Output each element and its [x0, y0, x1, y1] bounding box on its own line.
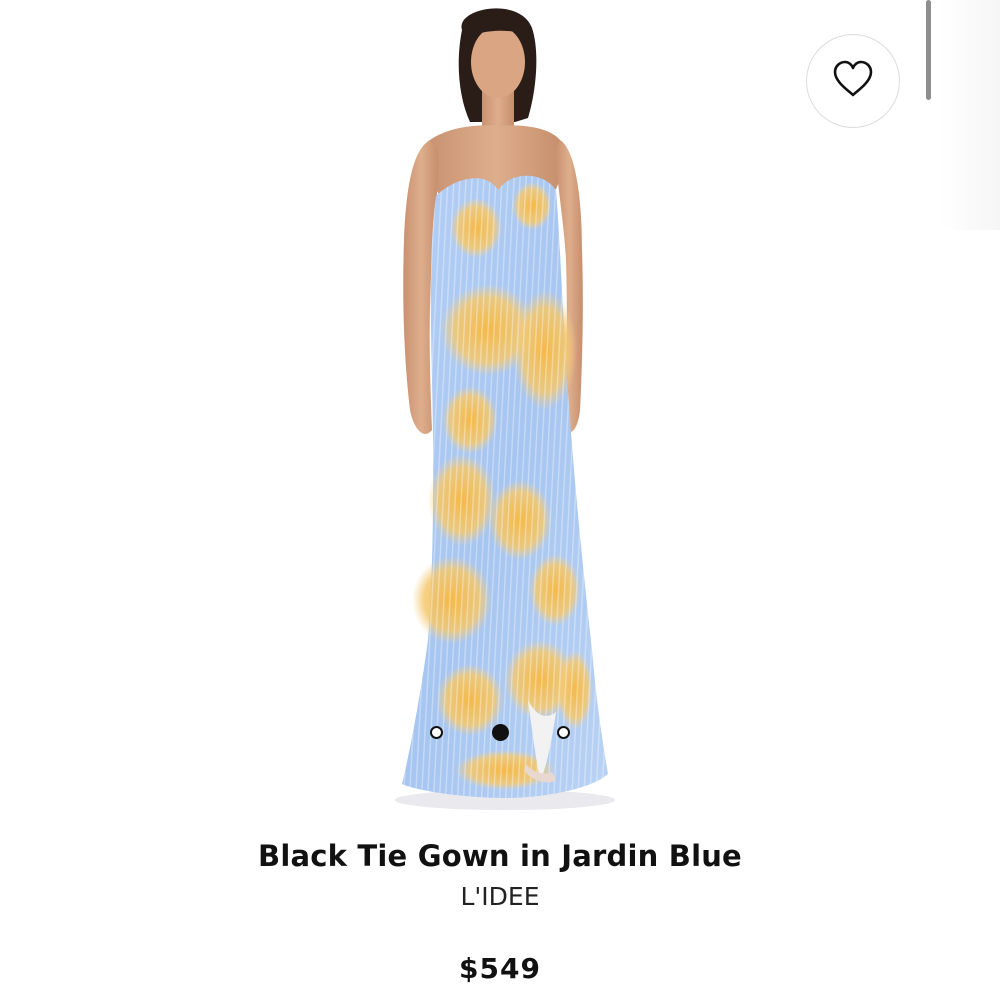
product-title[interactable]: Black Tie Gown in Jardin Blue — [0, 838, 1000, 874]
product-price: $549 — [459, 952, 541, 985]
carousel-dot-1[interactable] — [430, 725, 443, 739]
next-image-peek — [940, 0, 1000, 230]
heart-outline-icon — [832, 60, 874, 103]
wishlist-button[interactable] — [806, 34, 900, 128]
image-carousel-indicator — [430, 720, 570, 744]
carousel-dot-2[interactable] — [491, 723, 509, 741]
carousel-dot-3[interactable] — [557, 725, 570, 739]
brand-name[interactable]: L'IDEE — [0, 882, 1000, 912]
product-info: Black Tie Gown in Jardin Blue L'IDEE $54… — [0, 830, 1000, 986]
scrollbar[interactable] — [926, 0, 931, 100]
product-detail-screen: Black Tie Gown in Jardin Blue L'IDEE $54… — [0, 0, 1000, 1000]
